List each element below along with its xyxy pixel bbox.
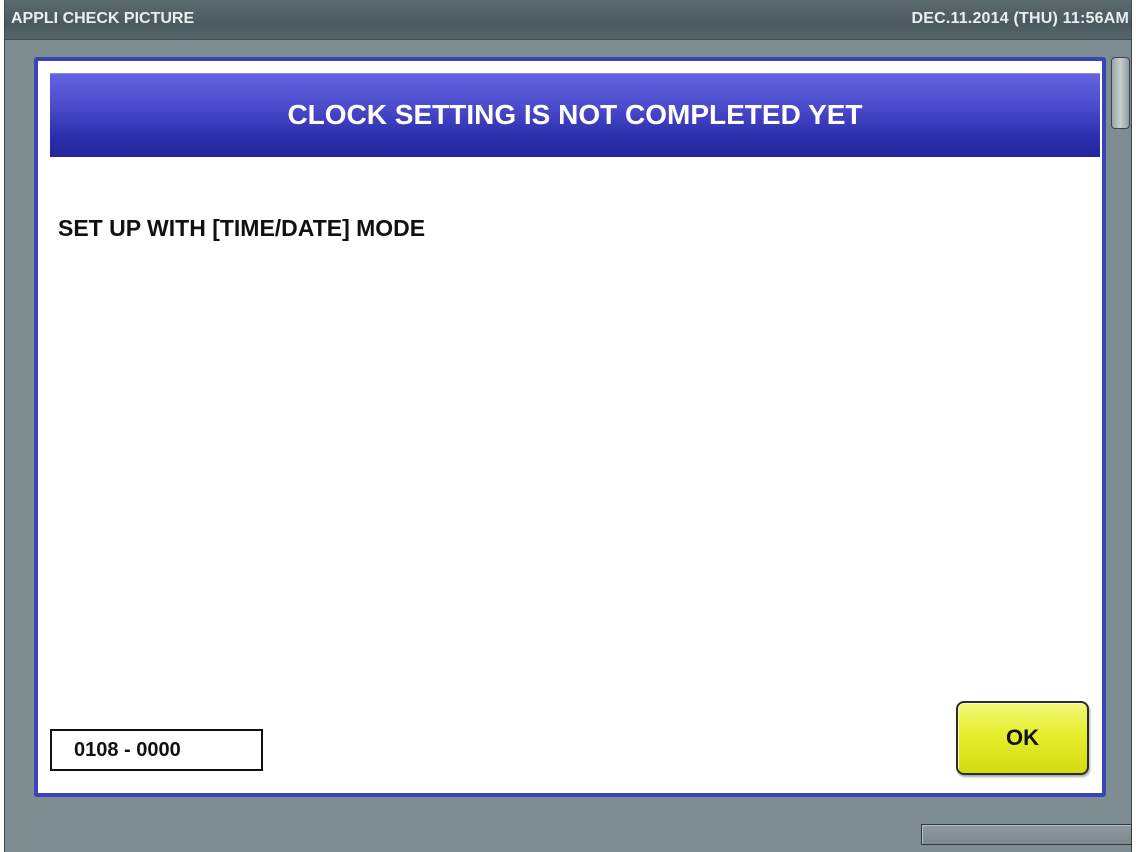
device-screen: APPLI CHECK PICTURE DEC.11.2014 (THU) 11… bbox=[4, 0, 1132, 852]
error-dialog: CLOCK SETTING IS NOT COMPLETED YET SET U… bbox=[34, 57, 1106, 797]
scrollbar-thumb[interactable] bbox=[1111, 57, 1130, 129]
clock-display: DEC.11.2014 (THU) 11:56AM bbox=[911, 10, 1129, 27]
error-code-box: 0108 - 0000 bbox=[50, 729, 263, 771]
screen-name: APPLI CHECK PICTURE bbox=[11, 10, 195, 27]
title-bar: APPLI CHECK PICTURE DEC.11.2014 (THU) 11… bbox=[5, 0, 1131, 40]
status-indicator bbox=[921, 824, 1132, 845]
dialog-title: CLOCK SETTING IS NOT COMPLETED YET bbox=[50, 73, 1100, 157]
dialog-message: SET UP WITH [TIME/DATE] MODE bbox=[58, 215, 426, 241]
ok-button[interactable]: OK bbox=[956, 701, 1089, 775]
